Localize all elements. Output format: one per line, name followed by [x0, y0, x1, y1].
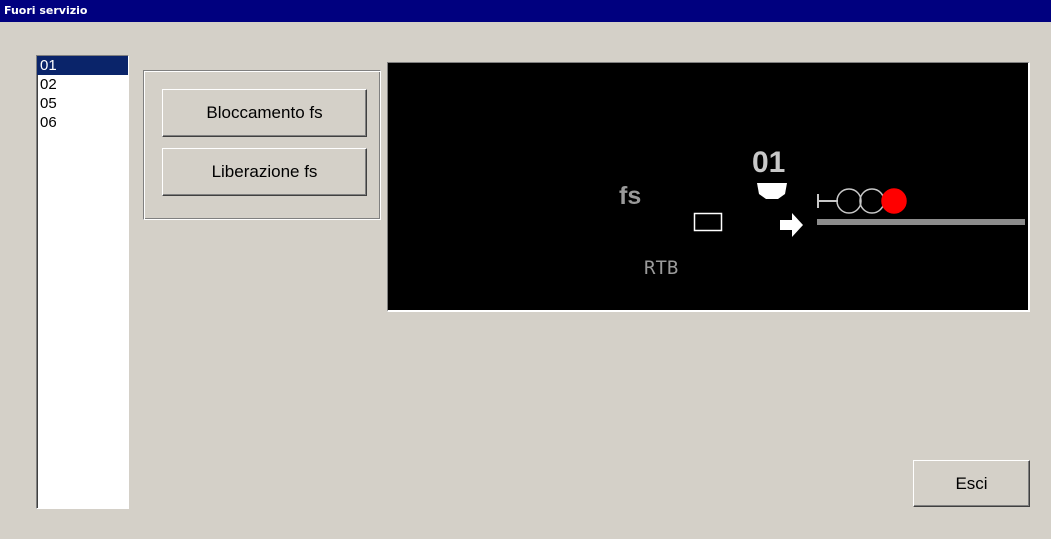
- item-listbox[interactable]: 01 02 05 06: [36, 55, 129, 509]
- signal-diagram: fs RTB 01: [619, 146, 1025, 279]
- fs-indicator-box: [693, 212, 723, 232]
- signal-shield-icon: [757, 183, 787, 199]
- signal-number: 01: [752, 146, 785, 179]
- signal-lamp-2: [859, 188, 885, 214]
- esci-button[interactable]: Esci: [913, 460, 1030, 507]
- bloccamento-button[interactable]: Bloccamento fs: [162, 89, 367, 137]
- fs-label: fs: [619, 182, 641, 210]
- window-title: Fuori servizio: [0, 0, 1051, 22]
- signal-lamp-1: [836, 188, 862, 214]
- list-item[interactable]: 02: [37, 75, 128, 94]
- list-item[interactable]: 05: [37, 94, 128, 113]
- direction-arrow-icon: [780, 213, 803, 237]
- rtb-label: RTB: [644, 257, 678, 279]
- signal-display: fs RTB 01: [387, 62, 1030, 312]
- list-item[interactable]: 01: [37, 56, 128, 75]
- signal-lamp-red: [881, 188, 907, 214]
- liberazione-button[interactable]: Liberazione fs: [162, 148, 367, 196]
- list-item[interactable]: 06: [37, 113, 128, 132]
- track-segment: [817, 219, 1025, 225]
